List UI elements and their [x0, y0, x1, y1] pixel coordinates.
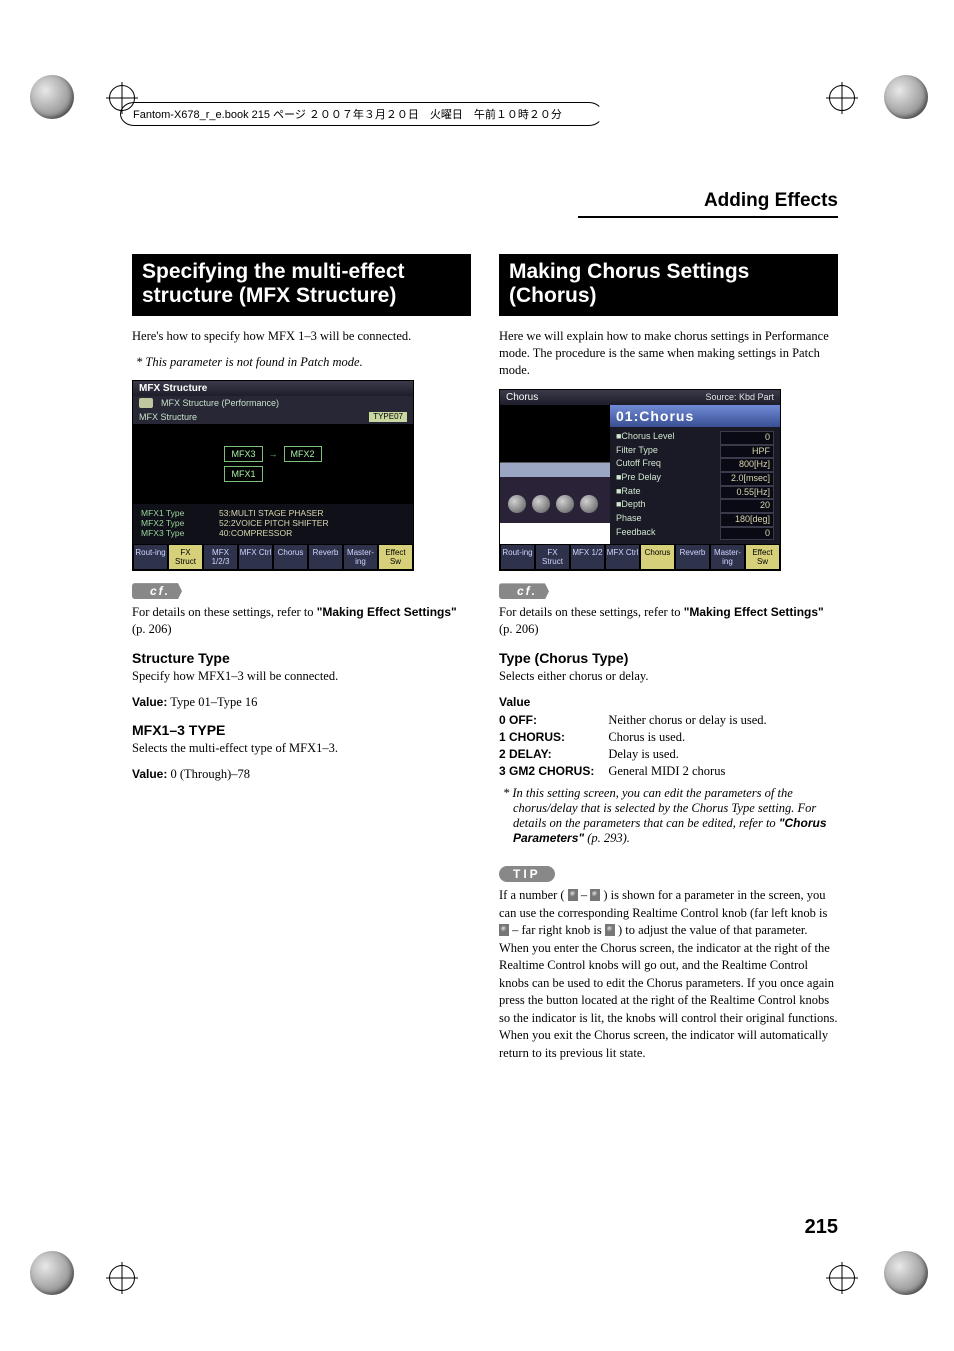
h-mfx-type: MFX1–3 TYPE: [132, 722, 471, 738]
arrow-icon: →: [269, 449, 278, 459]
node-mfx3: MFX3: [224, 446, 262, 462]
knob-icon: [556, 495, 574, 513]
cf-text-right: For details on these settings, refer to …: [499, 604, 838, 638]
knob-icon: [508, 495, 526, 513]
mfx-structure-screenshot: MFX Structure MFX Structure (Performance…: [132, 380, 414, 571]
structure-desc: Specify how MFX1–3 will be connected.: [132, 668, 471, 685]
mfxtype-value: Value: 0 (Through)–78: [132, 767, 471, 782]
ss-type-table: MFX1 Type53:MULTI STAGE PHASER MFX2 Type…: [133, 504, 413, 544]
knob-icon: [532, 495, 550, 513]
ch-title: Chorus: [506, 392, 538, 403]
right-note2: In this setting screen, you can edit the…: [513, 786, 838, 846]
section-title: Adding Effects: [704, 190, 838, 211]
page-number: 215: [805, 1216, 838, 1239]
knob-1-icon: [568, 889, 578, 901]
right-heading: Making Chorus Settings (Chorus): [499, 254, 838, 316]
ss-subtitle-2: MFX Structure: [139, 412, 197, 422]
book-header-text: Fantom-X678_r_e.book 215 ページ ２００７年３月２０日 …: [120, 102, 603, 126]
ss-type-badge: TYPE07: [369, 412, 407, 422]
left-heading: Specifying the multi-effect structure (M…: [132, 254, 471, 316]
mfxtype-desc: Selects the multi-effect type of MFX1–3.: [132, 740, 471, 757]
knob-icon: [580, 495, 598, 513]
node-mfx1: MFX1: [224, 466, 262, 482]
cf-text: For details on these settings, refer to …: [132, 604, 471, 638]
ch-panel-title: 01:Chorus: [610, 405, 780, 427]
ss-softkeys: Rout-ing FX Struct MFX 1/2/3 MFX Ctrl Ch…: [133, 544, 413, 570]
knob-4-icon: [605, 924, 615, 936]
cf-tag-right: cf.: [499, 583, 549, 599]
ch-softkeys: Rout-ing FX Struct MFX 1/2 MFX Ctrl Chor…: [500, 544, 780, 570]
ss-diagram: MFX3 → MFX2 MFX1: [133, 424, 413, 504]
left-note: This parameter is not found in Patch mod…: [146, 355, 471, 370]
left-intro: Here's how to specify how MFX 1–3 will b…: [132, 328, 471, 345]
left-column: Specifying the multi-effect structure (M…: [132, 254, 471, 1066]
h-chorus-type: Type (Chorus Type): [499, 650, 838, 666]
ch-params: ■Chorus Level0 Filter TypeHPF Cutoff Fre…: [610, 427, 780, 545]
chorus-screenshot: Chorus Source: Kbd Part 01:Chorus ■Choru…: [499, 389, 781, 572]
node-mfx2: MFX2: [284, 446, 322, 462]
right-column: Making Chorus Settings (Chorus) Here we …: [499, 254, 838, 1066]
value-header: Value: [499, 695, 530, 709]
right-intro: Here we will explain how to make chorus …: [499, 328, 838, 379]
knob-1-icon: [499, 924, 509, 936]
type-desc: Selects either chorus or delay.: [499, 668, 838, 685]
tip-tag: TIP: [499, 866, 555, 882]
ss-title: MFX Structure: [139, 383, 207, 394]
cf-tag: cf.: [132, 583, 182, 599]
chorus-type-table: 0 OFF:Neither chorus or delay is used. 1…: [499, 712, 767, 780]
tip-body: If a number ( – ) is shown for a paramet…: [499, 887, 838, 1062]
section-header: Adding Effects: [578, 190, 838, 218]
book-header: Fantom-X678_r_e.book 215 ページ ２００７年３月２０日 …: [120, 102, 844, 126]
structure-value: Value: Type 01–Type 16: [132, 695, 471, 710]
ch-knob-image: [500, 405, 610, 523]
h-structure-type: Structure Type: [132, 650, 471, 666]
routing-icon: [139, 398, 153, 408]
ss-subtitle: MFX Structure (Performance): [161, 398, 279, 408]
ch-title-right: Source: Kbd Part: [705, 392, 774, 403]
knob-4-icon: [590, 889, 600, 901]
